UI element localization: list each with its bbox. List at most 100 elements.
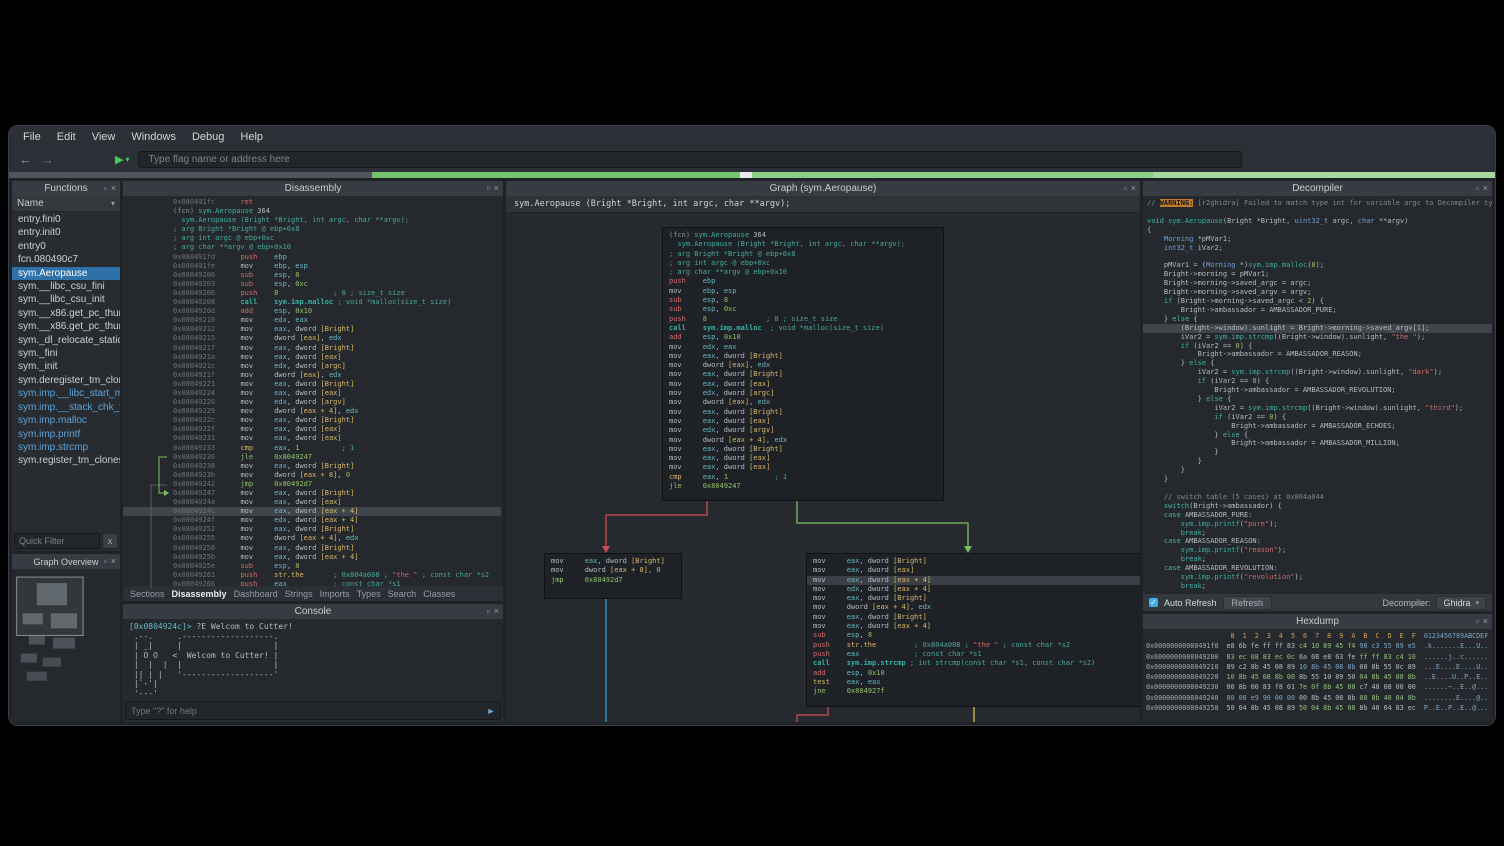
function-item[interactable]: sym.deregister_tm_clones [12,374,120,387]
code-line[interactable]: mov edx, eax [669,343,937,352]
code-line[interactable]: mov eax, dword [Bright] [813,557,1140,566]
code-line[interactable]: (Bright->window).sunlight = Bright->morn… [1143,324,1492,333]
code-line[interactable]: 0x08049210 mov edx, eax [173,316,501,325]
code-line[interactable] [1147,484,1488,493]
code-line[interactable]: ; arg char **argv @ ebp+0x10 [173,243,501,252]
code-line[interactable]: 0x08049233 cmp eax, 1 ; 1 [173,444,501,453]
code-line[interactable]: mov edx, dword [eax + 4] [813,585,1140,594]
code-line[interactable]: jle 0x8049247 [669,482,937,491]
code-line[interactable]: Bright->morning->saved_argc = argc; [1147,279,1488,288]
seek-address-input[interactable] [138,151,1242,168]
code-line[interactable]: 0x080491fc ret [173,198,501,207]
disassembly-titlebar[interactable]: Disassembly ▫ × [123,181,503,196]
code-line[interactable]: 0x0000000008049240 00 00 e9 90 00 00 00 … [1146,693,1489,703]
code-line[interactable]: if (iVar2 == 0) { [1147,342,1488,351]
code-line[interactable] [1147,252,1488,261]
function-item[interactable]: sym.__libc_csu_init [12,293,120,306]
code-line[interactable]: break; [1147,555,1488,564]
code-line[interactable]: mov edx, dword [argc] [669,389,937,398]
code-line[interactable]: 0x08049221 mov eax, dword [Bright] [173,380,501,389]
function-item[interactable]: sym.imp.printf [12,428,120,441]
decompiler-code[interactable]: // WARNING: [r2ghidra] Failed to match t… [1143,196,1492,594]
code-line[interactable]: mov dword [eax + 8], 0 [551,566,675,575]
function-item[interactable]: sym.__x86.get_pc_thunk.bx [12,320,120,333]
code-line[interactable]: mov eax, dword [eax + 4] [807,576,1140,585]
function-item[interactable]: sym.__libc_csu_fini [12,280,120,293]
code-line[interactable]: push str.the ; 0x804a008 ; "the " ; cons… [813,641,1140,650]
code-line[interactable]: 0x0804921a mov eax, dword [eax] [173,353,501,362]
code-line[interactable]: ; arg Bright *Bright @ ebp+0x8 [173,225,501,234]
code-line[interactable]: int32_t iVar2; [1147,244,1488,253]
code-line[interactable]: call sym.imp.malloc ; void *malloc(size_… [669,324,937,333]
code-line[interactable]: 0x0804922c mov eax, dword [Bright] [173,416,501,425]
function-item[interactable]: sym.register_tm_clones [12,454,120,467]
code-line[interactable]: Morning *pMVar1; [1147,235,1488,244]
code-line[interactable]: 0x0804924c mov eax, dword [eax + 4] [123,507,501,516]
code-line[interactable]: } [1147,475,1488,484]
code-line[interactable]: sub esp, 8 [813,631,1140,640]
forward-arrow-icon[interactable]: → [41,153,54,166]
code-line[interactable]: mov eax, dword [Bright] [551,557,675,566]
code-line[interactable]: 0x08049236 jle 0x8049247 [173,453,501,462]
code-line[interactable]: push eax ; const char *s1 [813,650,1140,659]
code-line[interactable]: mov eax, dword [eax + 4] [813,622,1140,631]
code-line[interactable]: 0x08049212 mov eax, dword [Bright] [173,325,501,334]
code-line[interactable]: 0x08049242 jmp 0x80492d7 [173,480,501,489]
code-line[interactable]: { [1147,226,1488,235]
code-line[interactable]: 0x08049255 mov dword [eax + 4], edx [173,534,501,543]
code-line[interactable]: ; arg char **argv @ ebp+0x10 [669,268,937,277]
code-line[interactable]: mov eax, dword [eax] [669,463,937,472]
code-line[interactable]: add esp, 0x10 [669,333,937,342]
graph-overview-titlebar[interactable]: Graph Overview ▫ × [12,554,120,569]
code-line[interactable]: (fcn) sym.Aeropause 364 [669,231,937,240]
code-line[interactable]: } else { [1147,431,1488,440]
function-item[interactable]: entry0 [12,240,120,253]
clear-filter-button[interactable]: x [102,533,118,549]
code-line[interactable]: 0 1 2 3 4 5 6 7 8 9 A B C D E F 01234567… [1146,631,1489,641]
code-line[interactable]: void sym.Aeropause(Bright *Bright, uint3… [1147,217,1488,226]
code-line[interactable]: 0x08049215 mov dword [eax], edx [173,334,501,343]
menu-help[interactable]: Help [240,131,263,143]
debug-start-button[interactable]: ▶ ▾ [115,153,129,166]
code-line[interactable]: 0x00000000080491f0 e8 6b fe ff ff 83 c4 … [1146,641,1489,651]
code-line[interactable]: 0x0804925e sub esp, 8 [173,562,501,571]
code-line[interactable]: case AMBASSADOR_REVOLUTION: [1147,564,1488,573]
function-item[interactable]: entry.fini0 [12,213,120,226]
code-line[interactable]: Bright->ambassador = AMBASSADOR_PURE; [1147,306,1488,315]
code-line[interactable]: mov ebp, esp [669,287,937,296]
code-line[interactable]: 0x08049200 sub esp, 8 [173,271,501,280]
code-line[interactable]: 0x0804920d add esp, 0x10 [173,307,501,316]
code-line[interactable]: sym.Aeropause (Bright *Bright, int argc,… [173,216,501,225]
code-line[interactable]: Bright->morning->saved_argv = argv; [1147,288,1488,297]
tab-classes[interactable]: Classes [423,589,455,599]
code-line[interactable]: mov eax, dword [Bright] [669,445,937,454]
code-line[interactable]: 0x080491fe mov ebp, esp [173,262,501,271]
code-line[interactable]: break; [1147,582,1488,591]
undock-icon[interactable]: ▫ [1124,184,1127,193]
code-line[interactable] [1147,208,1488,217]
tab-dashboard[interactable]: Dashboard [234,589,278,599]
close-icon[interactable]: × [494,607,499,616]
graph-node-false-branch[interactable]: mov eax, dword [Bright]mov dword [eax + … [544,553,682,599]
code-line[interactable]: iVar2 = sym.imp.strcmp((Bright->window).… [1147,333,1488,342]
refresh-button[interactable]: Refresh [1223,596,1273,610]
menu-windows[interactable]: Windows [131,131,176,143]
code-line[interactable]: 0x0804921c mov edx, dword [argc] [173,362,501,371]
code-line[interactable]: add esp, 0x10 [813,669,1140,678]
undock-icon[interactable]: ▫ [487,607,490,616]
functions-sort-header[interactable]: Name ▾ [12,196,120,212]
code-line[interactable]: test eax, eax [813,678,1140,687]
console-input[interactable] [126,706,482,716]
code-line[interactable]: 0x08049258 mov eax, dword [Bright] [173,544,501,553]
undock-icon[interactable]: ▫ [487,184,490,193]
code-line[interactable]: if (iVar2 == 0) { [1147,413,1488,422]
code-line[interactable]: iVar2 = sym.imp.strcmp((Bright->window).… [1147,368,1488,377]
function-item[interactable]: sym.imp.__libc_start_main [12,387,120,400]
code-line[interactable]: jne 0x804927f [813,687,1140,696]
code-line[interactable]: } else { [1147,359,1488,368]
code-line[interactable]: mov dword [eax], edx [669,361,937,370]
code-line[interactable]: sym.imp.printf("revolution"); [1147,573,1488,582]
code-line[interactable]: call sym.imp.strcmp ; int strcmp(const c… [813,659,1140,668]
decompiler-engine-select[interactable]: Ghidra ▾ [1436,596,1486,610]
close-icon[interactable]: × [111,557,116,566]
